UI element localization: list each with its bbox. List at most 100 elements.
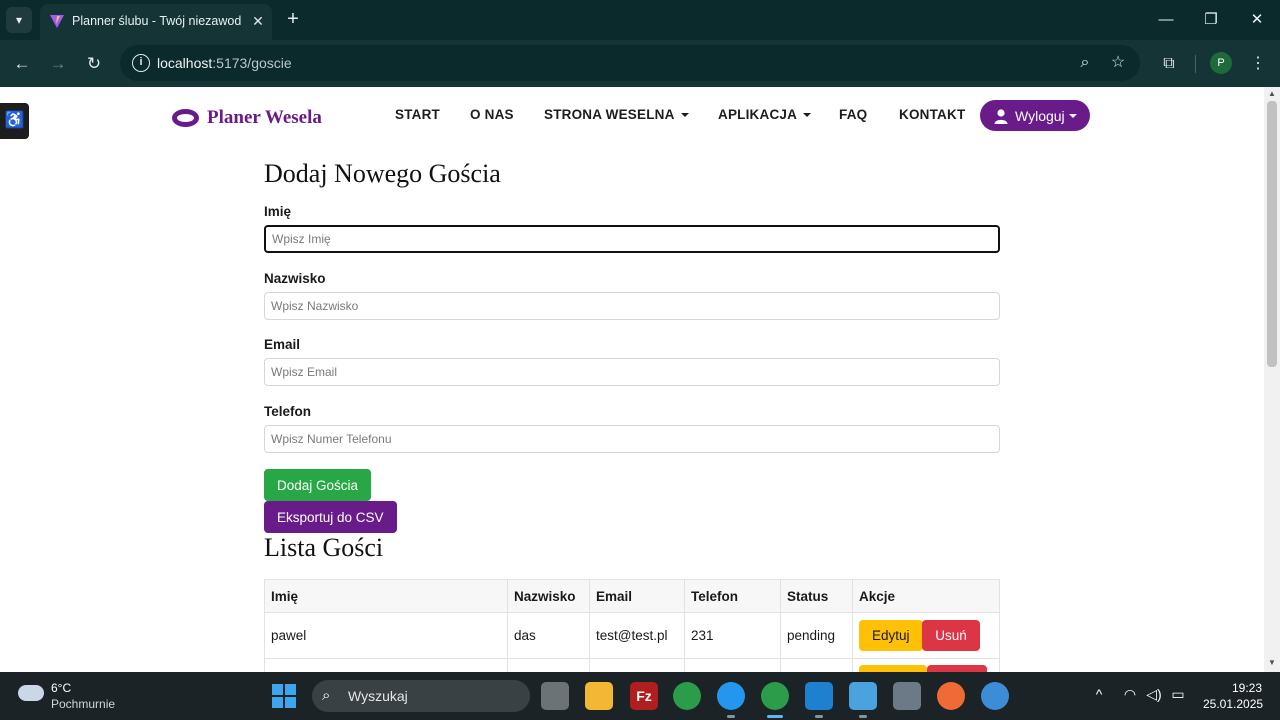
logout-dropdown-button[interactable]: Wyloguj bbox=[980, 100, 1090, 131]
delete-button[interactable] bbox=[926, 664, 987, 672]
column-header: Akcje bbox=[852, 579, 1000, 613]
nav-start[interactable]: START bbox=[395, 107, 440, 122]
cell-first-name: pawel bbox=[264, 612, 508, 659]
edit-button[interactable] bbox=[859, 664, 927, 672]
toolbar-divider bbox=[1195, 55, 1196, 73]
extensions-icon[interactable]: ⧉ bbox=[1157, 52, 1181, 76]
search-icon: ⌕ bbox=[322, 687, 331, 704]
logout-label: Wyloguj bbox=[1015, 107, 1065, 124]
site-info-icon[interactable]: i bbox=[132, 54, 150, 72]
chrome-icon[interactable] bbox=[673, 682, 701, 710]
cell-last-name: das bbox=[507, 612, 590, 659]
wifi-icon[interactable]: ◠ bbox=[1120, 686, 1140, 703]
scroll-down-arrow-icon[interactable]: ▼ bbox=[1267, 658, 1277, 668]
table-row: pawel das test@test.pl 231 pending Edytu… bbox=[264, 612, 1000, 659]
email-input[interactable] bbox=[264, 358, 1000, 386]
docker-icon[interactable] bbox=[717, 682, 745, 710]
address-bar[interactable]: i localhost:5173/goscie ⌕ ☆ bbox=[120, 45, 1140, 81]
active-indicator bbox=[767, 715, 783, 718]
battery-icon[interactable]: ▭ bbox=[1168, 686, 1188, 703]
browser-toolbar: ← → ↻ i localhost:5173/goscie ⌕ ☆ ⧉ P ⋮ bbox=[0, 40, 1280, 87]
export-csv-button[interactable]: Eksportuj do CSV bbox=[264, 501, 397, 533]
postman-icon[interactable] bbox=[937, 682, 965, 710]
vscode-icon[interactable] bbox=[805, 682, 833, 710]
tab-title: Planner ślubu - Twój niezawodny bbox=[72, 14, 242, 28]
nav-app[interactable]: APLIKACJA bbox=[718, 107, 812, 122]
running-indicator bbox=[727, 715, 735, 718]
file-explorer-icon[interactable] bbox=[585, 682, 613, 710]
scroll-thumb[interactable] bbox=[1267, 101, 1277, 367]
nav-wedding-page[interactable]: STRONA WESELNA bbox=[544, 107, 689, 122]
taskbar-search[interactable]: ⌕ Wyszukaj bbox=[312, 680, 530, 712]
window-close-icon[interactable]: ✕ bbox=[1245, 8, 1269, 32]
cell-last-name bbox=[507, 658, 590, 672]
phone-input[interactable] bbox=[264, 425, 1000, 453]
windows-start-icon[interactable] bbox=[272, 684, 296, 708]
zoom-icon[interactable]: ⌕ bbox=[1075, 53, 1095, 73]
reload-icon[interactable]: ↻ bbox=[82, 52, 106, 76]
brand-name: Planer Wesela bbox=[207, 107, 322, 128]
cell-actions: Edytuj Usuń bbox=[852, 612, 1000, 659]
table-row bbox=[264, 658, 1000, 672]
running-indicator bbox=[815, 715, 823, 718]
edit-button[interactable]: Edytuj bbox=[859, 620, 923, 651]
bookmark-star-icon[interactable]: ☆ bbox=[1108, 53, 1128, 73]
cloud-icon[interactable] bbox=[18, 685, 44, 701]
scroll-up-arrow-icon[interactable]: ▲ bbox=[1267, 89, 1277, 99]
forward-icon[interactable]: → bbox=[46, 52, 70, 76]
cell-phone: 231 bbox=[684, 612, 781, 659]
email-label: Email bbox=[264, 337, 301, 352]
cell-status: pending bbox=[780, 612, 853, 659]
accessibility-icon[interactable]: ♿ bbox=[0, 103, 29, 139]
url-text[interactable]: localhost:5173/goscie bbox=[157, 55, 292, 71]
chevron-up-icon[interactable]: ^ bbox=[1089, 686, 1109, 702]
chrome-profile-icon[interactable] bbox=[761, 682, 789, 710]
tab-search-button[interactable]: ▾ bbox=[6, 7, 32, 33]
guest-table: Imię Nazwisko Email Telefon Status Akcje… bbox=[264, 579, 1000, 672]
chevron-down-icon bbox=[1068, 113, 1077, 118]
new-tab-icon[interactable]: + bbox=[282, 8, 304, 30]
browser-tab-bar: ▾ Planner ślubu - Twój niezawodny ✕ + — … bbox=[0, 0, 1280, 40]
nav-contact[interactable]: KONTAKT bbox=[899, 107, 965, 122]
guest-list-title: Lista Gości bbox=[264, 533, 384, 562]
back-icon[interactable]: ← bbox=[10, 52, 34, 76]
nav-about[interactable]: O NAS bbox=[470, 107, 514, 122]
weather-temperature[interactable]: 6°C bbox=[51, 681, 71, 695]
last-name-label: Nazwisko bbox=[264, 271, 326, 286]
page-viewport: ♿ Planer Wesela START O NAS STRONA WESEL… bbox=[0, 87, 1264, 672]
column-header: Telefon bbox=[684, 579, 781, 613]
paint-icon[interactable] bbox=[981, 682, 1009, 710]
volume-icon[interactable]: ◁) bbox=[1144, 686, 1164, 703]
weather-description[interactable]: Pochmurnie bbox=[51, 697, 115, 711]
user-icon bbox=[994, 108, 1008, 124]
first-name-input[interactable] bbox=[264, 225, 1000, 253]
chevron-down-icon bbox=[680, 113, 689, 118]
cell-email bbox=[589, 658, 685, 672]
chevron-down-icon bbox=[803, 113, 812, 118]
tab-close-icon[interactable]: ✕ bbox=[248, 11, 268, 31]
search-placeholder: Wyszukaj bbox=[348, 688, 408, 704]
last-name-input[interactable] bbox=[264, 292, 1000, 320]
delete-button[interactable]: Usuń bbox=[922, 620, 980, 651]
cell-email: test@test.pl bbox=[589, 612, 685, 659]
notepad-icon[interactable] bbox=[849, 682, 877, 710]
cell-phone bbox=[684, 658, 781, 672]
browser-tab[interactable]: Planner ślubu - Twój niezawodny ✕ bbox=[40, 4, 272, 40]
first-name-label: Imię bbox=[264, 204, 292, 219]
running-indicator bbox=[859, 715, 867, 718]
table-header-row: Imię Nazwisko Email Telefon Status Akcje bbox=[264, 579, 1000, 613]
nav-faq[interactable]: FAQ bbox=[839, 107, 867, 122]
clock-date[interactable]: 25.01.2025 bbox=[1203, 697, 1263, 711]
restore-icon[interactable]: ❐ bbox=[1199, 8, 1223, 32]
task-view-icon[interactable] bbox=[541, 682, 569, 710]
minimize-icon[interactable]: — bbox=[1154, 8, 1178, 32]
menu-kebab-icon[interactable]: ⋮ bbox=[1246, 52, 1270, 76]
calculator-icon[interactable] bbox=[893, 682, 921, 710]
brand-logo[interactable]: Planer Wesela bbox=[172, 103, 322, 133]
cell-actions bbox=[852, 658, 1000, 672]
filezilla-icon[interactable]: Fz bbox=[630, 682, 658, 710]
clock-time[interactable]: 19:23 bbox=[1232, 681, 1262, 695]
profile-avatar[interactable]: P bbox=[1210, 52, 1232, 74]
page-scrollbar[interactable]: ▲ ▼ bbox=[1264, 87, 1280, 672]
add-guest-button[interactable]: Dodaj Gościa bbox=[264, 469, 372, 501]
